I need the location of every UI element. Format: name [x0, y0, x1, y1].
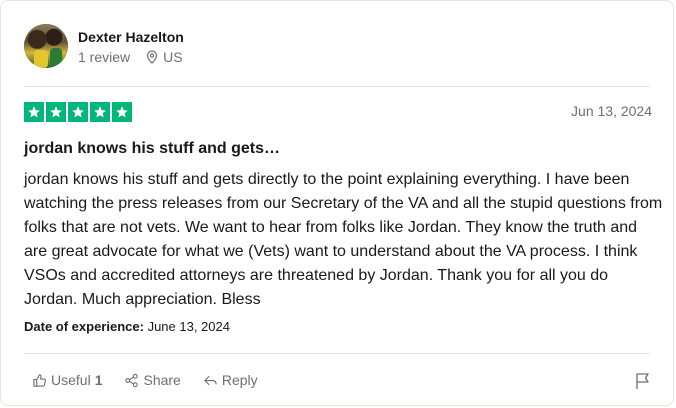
reviewer-location: US — [146, 49, 183, 65]
date-of-experience: Date of experience: June 13, 2024 — [24, 319, 230, 334]
divider — [24, 353, 650, 354]
flag-icon — [636, 373, 649, 389]
divider — [24, 86, 650, 87]
reviewer-header: Dexter Hazelton 1 review US — [24, 24, 184, 68]
share-button[interactable]: Share — [124, 372, 181, 388]
star-icon — [90, 102, 110, 122]
location-pin-icon — [147, 50, 158, 64]
star-icon — [46, 102, 66, 122]
thumbs-up-icon — [33, 373, 47, 387]
report-button[interactable] — [635, 372, 651, 395]
experience-label: Date of experience: — [24, 319, 144, 334]
review-date: Jun 13, 2024 — [571, 103, 652, 119]
review-actions: Useful 1 Share Reply — [32, 372, 280, 388]
useful-button[interactable]: Useful 1 — [32, 372, 102, 388]
reviewer-country: US — [163, 49, 183, 65]
experience-date: June 13, 2024 — [147, 319, 230, 334]
review-count: 1 review — [78, 49, 131, 65]
reviewer-info: Dexter Hazelton 1 review US — [78, 27, 184, 65]
share-label: Share — [143, 372, 181, 388]
review-body: jordan knows his stuff and gets directly… — [24, 171, 663, 308]
share-icon — [125, 373, 139, 387]
review-card: Dexter Hazelton 1 review US Jun 13, 2024… — [0, 0, 674, 406]
reply-button[interactable]: Reply — [203, 372, 258, 388]
star-icon — [68, 102, 88, 122]
star-icon — [24, 102, 44, 122]
reviewer-name[interactable]: Dexter Hazelton — [78, 27, 184, 47]
reply-label: Reply — [221, 372, 258, 388]
useful-label: Useful — [51, 372, 91, 388]
review-title[interactable]: jordan knows his stuff and gets… — [24, 140, 280, 158]
avatar[interactable] — [24, 24, 68, 68]
star-icon — [112, 102, 132, 122]
reply-icon — [204, 375, 217, 385]
useful-count: 1 — [94, 372, 103, 388]
reviewer-meta: 1 review US — [78, 49, 184, 65]
star-rating — [24, 102, 134, 122]
